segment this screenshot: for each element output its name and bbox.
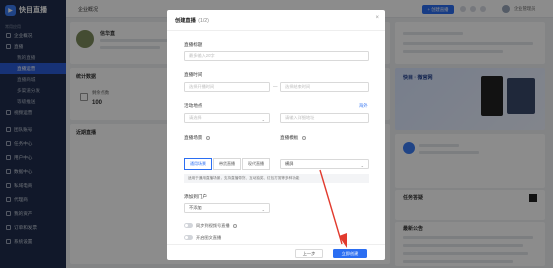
address-input[interactable]: 请输入详细地址 xyxy=(280,113,369,123)
text-live-toggle[interactable] xyxy=(184,235,193,240)
sync-toggle[interactable] xyxy=(184,223,193,228)
location-label: 活动地点 xyxy=(184,103,203,108)
title-label: 直播标题 xyxy=(184,42,203,47)
chevron-down-icon: ⌄ xyxy=(261,116,265,122)
address-placeholder: 请输入详细地址 xyxy=(285,115,315,120)
modal-title: 创建直播 (1/2) xyxy=(175,17,209,24)
info-icon[interactable] xyxy=(205,135,210,140)
scene-label: 直播场景 xyxy=(184,135,210,141)
chevron-down-icon: ⌄ xyxy=(360,162,364,168)
end-time-input[interactable]: 选择结束时间 xyxy=(280,82,369,92)
scene-option-general[interactable]: 通用场景 xyxy=(184,158,212,170)
end-time-placeholder: 选择结束时间 xyxy=(285,84,311,89)
time-label: 直播时间 xyxy=(184,72,203,77)
arrow-head xyxy=(339,233,347,248)
time-separator: — xyxy=(273,84,278,89)
sync-label: 同步到视频号直播 xyxy=(196,223,237,229)
template-label: 直播模板 xyxy=(280,135,306,141)
location-placeholder: 请选择 xyxy=(189,115,202,120)
scene-label-text: 直播场景 xyxy=(184,135,203,140)
divider xyxy=(167,30,385,31)
text-live-label: 开启图文直播 xyxy=(196,235,222,240)
start-time-input[interactable]: 选择开播时间 xyxy=(184,82,270,92)
info-icon[interactable] xyxy=(232,223,237,228)
previous-button[interactable]: 上一步 xyxy=(295,249,323,258)
template-value: 横屏 xyxy=(285,161,294,166)
portal-label: 添加到门户 xyxy=(184,194,207,199)
title-input[interactable]: 最多输入20字 xyxy=(184,51,369,61)
annotation-arrow xyxy=(319,169,347,248)
modal-title-text: 创建直播 xyxy=(175,18,196,24)
scene-option-commerce[interactable]: 带货直播 xyxy=(213,158,241,170)
sync-label-text: 同步到视频号直播 xyxy=(196,223,230,228)
scene-option-modern[interactable]: 现代直播 xyxy=(242,158,270,170)
arrow-shaft xyxy=(319,169,343,245)
overseas-link[interactable]: 海外 xyxy=(359,103,368,109)
template-label-text: 直播模板 xyxy=(280,135,299,140)
portal-value: 不添加 xyxy=(189,205,202,210)
portal-select[interactable]: 不添加 ⌄ xyxy=(184,203,270,213)
info-icon[interactable] xyxy=(301,135,306,140)
chevron-down-icon: ⌄ xyxy=(261,206,265,212)
location-select[interactable]: 请选择 ⌄ xyxy=(184,113,270,123)
create-now-button[interactable]: 立即创建 xyxy=(333,249,367,258)
create-live-modal: 创建直播 (1/2) × 直播标题 最多输入20字 直播时间 选择开播时间 — … xyxy=(167,10,385,260)
start-time-placeholder: 选择开播时间 xyxy=(189,84,215,89)
close-icon[interactable]: × xyxy=(375,15,379,21)
modal-step: (1/2) xyxy=(198,18,209,24)
template-select[interactable]: 横屏 ⌄ xyxy=(280,159,369,169)
